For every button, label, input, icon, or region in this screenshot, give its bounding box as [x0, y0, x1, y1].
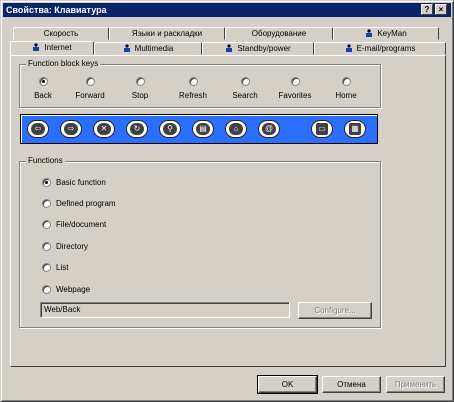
- fkey-back[interactable]: Back: [19, 77, 67, 100]
- search-icon: ⚲: [163, 123, 177, 135]
- tab-label: Standby/power: [237, 44, 291, 53]
- key-refresh[interactable]: ↻: [126, 120, 148, 138]
- option-label: Defined program: [56, 199, 116, 208]
- keyman-icon: [365, 29, 373, 37]
- configure-button[interactable]: Configure...: [298, 302, 372, 319]
- tab-label: Скорость: [43, 29, 79, 38]
- internet-icon: [32, 43, 40, 51]
- group-title: Functions: [26, 156, 65, 166]
- tab-hardware[interactable]: Оборудование: [225, 27, 333, 40]
- radio[interactable]: [240, 77, 250, 86]
- function-block-group: Function block keys Back Forward Stop Re…: [19, 59, 381, 108]
- key-forward[interactable]: ⇨: [60, 120, 82, 138]
- function-webpage[interactable]: Webpage: [42, 285, 91, 295]
- fkey-refresh[interactable]: Refresh: [169, 77, 217, 100]
- option-label: Webpage: [56, 285, 91, 294]
- help-button[interactable]: ?: [421, 4, 433, 15]
- email-programs-icon: [345, 44, 353, 52]
- tab-speed[interactable]: Скорость: [13, 27, 109, 40]
- calculator-icon: ▦: [349, 123, 361, 135]
- keyboard-key-strip: ⇦ ⇨ ✕ ↻ ⚲ ▤ ⌂ @ ▭ ▦: [20, 114, 378, 144]
- option-label: Directory: [56, 242, 89, 251]
- radio[interactable]: [38, 77, 48, 86]
- radio[interactable]: [341, 77, 351, 86]
- radio[interactable]: [42, 285, 51, 295]
- stop-icon: ✕: [97, 123, 111, 135]
- fkey-stop[interactable]: Stop: [116, 77, 164, 100]
- fkey-search[interactable]: Search: [221, 77, 269, 100]
- ok-button[interactable]: OK: [257, 375, 318, 394]
- key-favorites[interactable]: ▤: [192, 120, 214, 138]
- keyboard-properties-dialog: Свойства: Клавиатура ? × Скорость Языки …: [0, 0, 454, 402]
- tab-internet[interactable]: Internet: [10, 41, 94, 55]
- radio[interactable]: [85, 77, 95, 86]
- key-search[interactable]: ⚲: [159, 120, 181, 138]
- email-icon: @: [262, 123, 276, 135]
- standby-icon: [225, 44, 233, 52]
- tab-label: Internet: [44, 43, 72, 52]
- fkey-home[interactable]: Home: [322, 77, 370, 100]
- group-title: Function block keys: [26, 59, 101, 69]
- radio[interactable]: [42, 242, 51, 252]
- radio[interactable]: [42, 199, 51, 209]
- title-bar: Свойства: Клавиатура ? ×: [3, 3, 451, 17]
- key-calculator[interactable]: ▦: [344, 120, 366, 138]
- radio[interactable]: [42, 220, 51, 230]
- fkey-label: Search: [232, 91, 258, 100]
- key-home[interactable]: ⌂: [225, 120, 247, 138]
- fkey-forward[interactable]: Forward: [66, 77, 114, 100]
- tab-standby-power[interactable]: Standby/power: [202, 42, 314, 55]
- function-value-field[interactable]: Web/Back: [40, 302, 290, 318]
- fkey-label: Stop: [131, 91, 149, 100]
- fkey-label: Forward: [75, 91, 105, 100]
- key-computer[interactable]: ▭: [311, 120, 333, 138]
- tab-email-programs[interactable]: E-mail/programs: [314, 42, 446, 55]
- tab-keyman[interactable]: KeyMan: [333, 27, 439, 40]
- apply-button[interactable]: Применить: [386, 376, 445, 393]
- function-basic[interactable]: Basic function: [42, 178, 106, 188]
- function-directory[interactable]: Directory: [42, 242, 89, 252]
- option-label: Basic function: [56, 178, 106, 187]
- fkey-label: Back: [34, 91, 52, 100]
- tab-label: E-mail/programs: [356, 44, 416, 53]
- home-icon: ⌂: [229, 123, 243, 135]
- function-defined-program[interactable]: Defined program: [42, 199, 116, 209]
- close-button[interactable]: ×: [435, 4, 447, 15]
- fkey-favorites[interactable]: Favorites: [271, 77, 319, 100]
- cancel-button[interactable]: Отмена: [322, 376, 381, 393]
- key-back[interactable]: ⇦: [27, 120, 49, 138]
- internet-tab-panel: Function block keys Back Forward Stop Re…: [10, 55, 446, 367]
- option-label: File/document: [56, 220, 107, 229]
- function-list[interactable]: List: [42, 263, 69, 273]
- key-email[interactable]: @: [258, 120, 280, 138]
- tab-label: KeyMan: [377, 29, 407, 38]
- fkey-label: Favorites: [278, 91, 312, 100]
- tab-label: Языки и раскладки: [131, 29, 203, 38]
- option-label: List: [56, 263, 69, 272]
- radio[interactable]: [290, 77, 300, 86]
- computer-icon: ▭: [316, 123, 328, 135]
- radio[interactable]: [42, 263, 51, 273]
- radio[interactable]: [135, 77, 145, 86]
- multimedia-icon: [123, 44, 131, 52]
- key-stop[interactable]: ✕: [93, 120, 115, 138]
- tab-label: Оборудование: [251, 29, 307, 38]
- tab-multimedia[interactable]: Multimedia: [94, 42, 202, 55]
- fkey-label: Home: [335, 91, 357, 100]
- forward-arrow-icon: ⇨: [64, 123, 78, 135]
- tab-label: Multimedia: [134, 44, 174, 53]
- refresh-icon: ↻: [130, 123, 144, 135]
- window-title: Свойства: Клавиатура: [6, 5, 107, 15]
- fkey-label: Refresh: [178, 91, 207, 100]
- favorites-icon: ▤: [196, 123, 210, 135]
- radio[interactable]: [188, 77, 198, 86]
- tab-languages[interactable]: Языки и раскладки: [109, 27, 225, 40]
- back-arrow-icon: ⇦: [31, 123, 45, 135]
- function-file-document[interactable]: File/document: [42, 220, 107, 230]
- radio[interactable]: [42, 178, 51, 188]
